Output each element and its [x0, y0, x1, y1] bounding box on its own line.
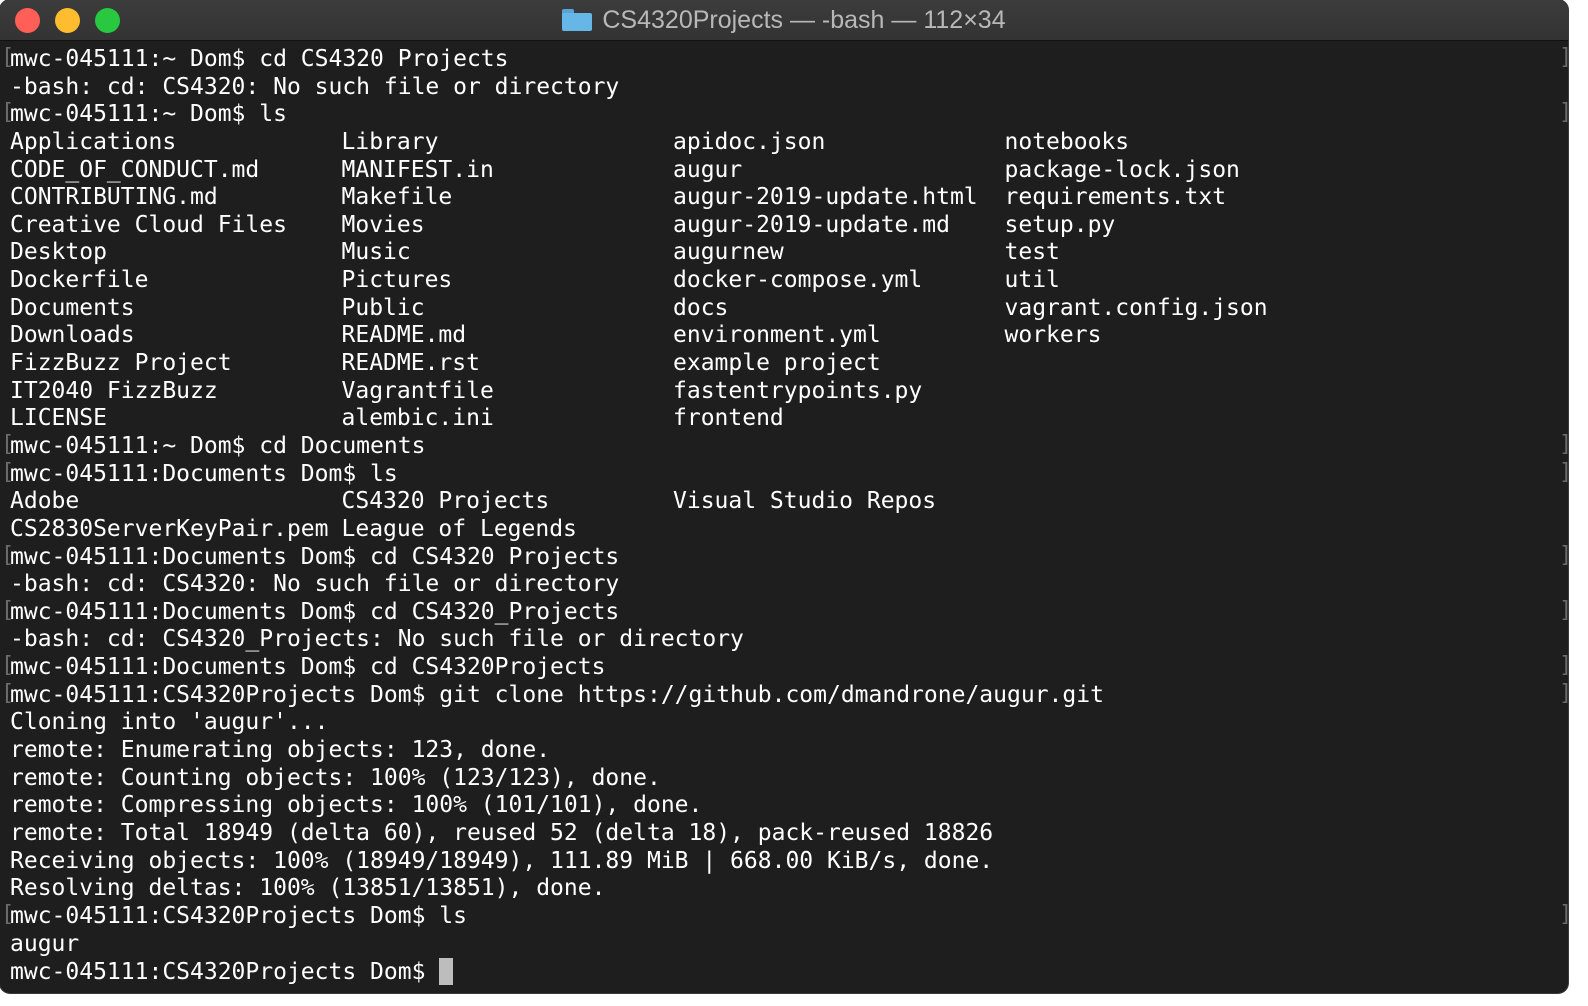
ls-entry: util — [1004, 267, 1060, 294]
ls-output-row: Applications Library apidoc.json notebooks — [10, 129, 1568, 157]
ls-entry: Creative Cloud Files — [10, 211, 287, 238]
ls-output-row: CONTRIBUTING.md Makefile augur-2019-update… — [10, 184, 1568, 212]
ls-entry: augur — [673, 156, 743, 183]
prompt-line: mwc-045111:~ Dom$ ls — [1, 99, 1568, 129]
folder-icon — [562, 9, 593, 31]
ls-entry: alembic.ini — [341, 405, 494, 432]
output-line: Resolving deltas: 100% (13851/13851), do… — [10, 875, 606, 902]
ls-output-row: Documents Public docs vagrant.config.json — [10, 295, 1568, 323]
ls-entry: Pictures — [341, 267, 453, 294]
ls-entry: fastentrypoints.py — [673, 377, 923, 404]
ls-entry — [1005, 378, 1337, 406]
ls-entry: environment.yml — [673, 322, 881, 349]
ls-entry: frontend — [673, 405, 784, 432]
ls-entry: FizzBuzz Project — [10, 350, 232, 377]
output-line: remote: Counting objects: 100% (123/123)… — [10, 764, 661, 791]
ls-entry: requirements.txt — [1004, 184, 1227, 211]
output-line: remote: Enumerating objects: 123, done. — [10, 737, 551, 764]
terminal-output[interactable]: mwc-045111:~ Dom$ cd CS4320 Projects-bas… — [0, 41, 1568, 993]
ls-entry: LICENSE — [10, 405, 107, 432]
prompt-text: mwc-045111:CS4320Projects Dom$ — [10, 959, 440, 986]
ls-entry: Public — [341, 294, 425, 321]
ls-entry — [1005, 350, 1337, 378]
prompt-line: mwc-045111:Documents Dom$ cd CS4320_Proj… — [1, 597, 1568, 627]
ls-output-row: Downloads README.md environment.yml workers — [10, 322, 1568, 350]
ls-entry: CS4320 Projects — [341, 488, 550, 515]
ls-entry: apidoc.json — [673, 128, 826, 155]
output-line: augur — [10, 930, 80, 957]
ls-entry: test — [1004, 239, 1060, 266]
output-line: -bash: cd: CS4320: No such file or direc… — [10, 571, 620, 598]
ls-output-row: LICENSE alembic.ini frontend — [10, 405, 1568, 433]
ls-entry: setup.py — [1004, 211, 1116, 238]
ls-entry: IT2040 FizzBuzz — [10, 377, 218, 404]
ls-entry — [1005, 405, 1337, 433]
ls-entry: augur-2019-update.md — [673, 211, 950, 238]
output-line: remote: Total 18949 (delta 60), reused 5… — [10, 819, 994, 846]
prompt-line: mwc-045111:~ Dom$ cd CS4320 Projects — [1, 44, 1568, 74]
ls-entry: package-lock.json — [1004, 156, 1240, 183]
prompt-line: mwc-045111:Documents Dom$ ls — [1, 459, 1568, 489]
ls-entry: CS2830ServerKeyPair.pem — [10, 515, 329, 542]
window-title: CS4320Projects — -bash — 112×34 — [602, 5, 1006, 34]
ls-entry: example project — [673, 350, 881, 377]
ls-entry: Applications — [10, 128, 177, 155]
prompt-line: mwc-045111:~ Dom$ cd Documents — [1, 431, 1568, 461]
ls-entry: MANIFEST.in — [341, 156, 494, 183]
ls-output-row: CS2830ServerKeyPair.pem League of Legends — [10, 516, 1568, 544]
prompt-line: mwc-045111:CS4320Projects Dom$ git clone… — [1, 680, 1568, 710]
ls-entry: Downloads — [10, 322, 135, 349]
ls-entry: vagrant.config.json — [1004, 294, 1268, 321]
prompt-line: mwc-045111:Documents Dom$ cd CS4320Proje… — [1, 652, 1568, 682]
ls-output-row: Desktop Music augurnew test — [10, 239, 1568, 267]
ls-entry: Visual Studio Repos — [673, 488, 937, 515]
ls-entry: augur-2019-update.html — [673, 184, 978, 211]
ls-entry: docker-compose.yml — [673, 267, 923, 294]
ls-entry: README.rst — [341, 350, 480, 377]
prompt-line: mwc-045111:CS4320Projects Dom$ ls — [1, 901, 1568, 931]
ls-entry: notebooks — [1004, 128, 1130, 155]
output-line: -bash: cd: CS4320: No such file or direc… — [10, 73, 620, 100]
output-line: Cloning into 'augur'... — [10, 709, 329, 736]
command-prompt[interactable]: mwc-045111:CS4320Projects Dom$ — [10, 958, 1568, 986]
minimize-window-button[interactable] — [55, 8, 80, 33]
prompt-line: mwc-045111:Documents Dom$ cd CS4320 Proj… — [1, 542, 1568, 572]
output-line: -bash: cd: CS4320_Projects: No such file… — [10, 626, 744, 653]
ls-entry — [1005, 488, 1337, 516]
ls-entry: workers — [1004, 322, 1102, 349]
ls-entry — [1005, 516, 1337, 544]
ls-entry: Movies — [341, 211, 425, 238]
ls-output-row: IT2040 FizzBuzz Vagrantfile fastentrypoint… — [10, 378, 1568, 406]
ls-entry: League of Legends — [341, 515, 577, 542]
ls-output-row: Creative Cloud Files Movies augur-2019-upd… — [10, 212, 1568, 240]
ls-entry: Adobe — [10, 488, 80, 515]
terminal-window: CS4320Projects — -bash — 112×34 mwc-0451… — [0, 0, 1568, 993]
ls-entry: Documents — [10, 294, 135, 321]
ls-entry: Dockerfile — [10, 267, 149, 294]
ls-entry: CONTRIBUTING.md — [10, 184, 218, 211]
ls-entry: README.md — [341, 322, 467, 349]
ls-output-row: FizzBuzz Project README.rst example projec… — [10, 350, 1568, 378]
ls-output-row: CODE_OF_CONDUCT.md MANIFEST.in augur packag… — [10, 157, 1568, 185]
ls-entry: Library — [341, 128, 439, 155]
ls-entry: docs — [673, 294, 729, 321]
title-bar[interactable]: CS4320Projects — -bash — 112×34 — [0, 0, 1568, 41]
ls-entry: CODE_OF_CONDUCT.md — [10, 156, 260, 183]
ls-output-row: Adobe CS4320 Projects Visual Studio Repos — [10, 488, 1568, 516]
ls-entry — [673, 516, 1005, 544]
ls-entry: Desktop — [10, 239, 107, 266]
output-line: remote: Compressing objects: 100% (101/1… — [10, 792, 703, 819]
ls-entry: augurnew — [673, 239, 784, 266]
ls-entry: Vagrantfile — [341, 377, 494, 404]
close-window-button[interactable] — [15, 8, 40, 33]
output-line: Receiving objects: 100% (18949/18949), 1… — [10, 847, 994, 874]
zoom-window-button[interactable] — [95, 8, 120, 33]
ls-output-row: Dockerfile Pictures docker-compose.yml util — [10, 267, 1568, 295]
ls-entry: Makefile — [341, 184, 453, 211]
ls-entry: Music — [341, 239, 411, 266]
text-cursor — [439, 958, 454, 986]
window-title-group: CS4320Projects — -bash — 112×34 — [562, 5, 1006, 35]
